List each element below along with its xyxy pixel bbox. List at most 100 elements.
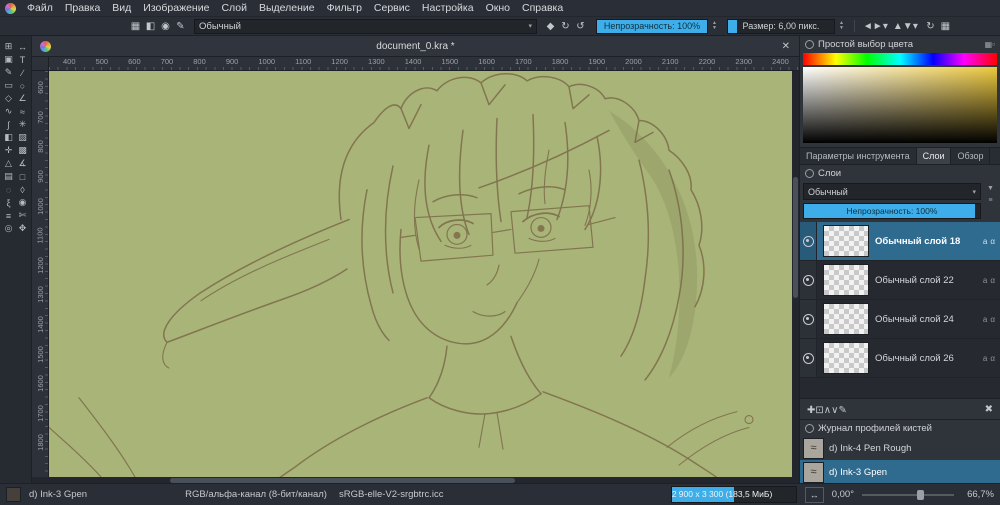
multibrush-tool[interactable]: ✳ bbox=[16, 118, 30, 131]
delete-layer-button[interactable]: ✖ bbox=[985, 404, 993, 415]
layer-row[interactable]: Обычный слой 26 а α bbox=[800, 339, 1000, 378]
polygonal-selection-tool[interactable]: ◊ bbox=[16, 183, 30, 196]
freehand-selection-tool[interactable]: ξ bbox=[2, 196, 16, 209]
dynamic-brush-tool[interactable]: ∫ bbox=[2, 118, 16, 131]
canvas[interactable] bbox=[49, 71, 792, 477]
color-sampler-tool[interactable]: ✛ bbox=[2, 144, 16, 157]
pan-mode-icon[interactable]: ↔ bbox=[804, 486, 824, 503]
pan-tool[interactable]: ✥ bbox=[16, 222, 30, 235]
inherit-alpha-icon[interactable]: α bbox=[990, 237, 995, 246]
bezier-selection-tool[interactable]: ✄ bbox=[16, 209, 30, 222]
smart-patch-tool[interactable]: ▩ bbox=[16, 144, 30, 157]
reset-values-icon[interactable]: ↺ bbox=[573, 21, 588, 32]
float-docker-icon[interactable]: ▫ bbox=[992, 40, 995, 49]
hue-bar[interactable] bbox=[803, 53, 997, 65]
size-spin-buttons[interactable]: ▲ ▼ bbox=[839, 21, 844, 31]
docker-tab[interactable]: Параметры инструмента bbox=[800, 148, 917, 164]
opacity-spin-buttons[interactable]: ▲ ▼ bbox=[712, 21, 717, 31]
zoom-slider[interactable] bbox=[862, 488, 954, 502]
menu-item[interactable]: Справка bbox=[516, 1, 569, 15]
mirror-horizontal-icon[interactable]: ◄► bbox=[863, 21, 883, 32]
assistants-tool[interactable]: △ bbox=[2, 157, 16, 170]
menu-item[interactable]: Изображение bbox=[137, 1, 215, 15]
layer-thumbnail[interactable] bbox=[823, 303, 869, 335]
snap-icon[interactable]: ▦ bbox=[938, 21, 953, 32]
alpha-lock-icon[interactable]: а bbox=[983, 315, 987, 324]
brush-preset-row[interactable]: ≈ d) Ink-4 Pen Rough bbox=[800, 436, 1000, 460]
visibility-cell[interactable] bbox=[800, 339, 817, 377]
zoom-level[interactable]: 66,7% bbox=[962, 489, 994, 500]
move-layer-up-button[interactable]: ∧ bbox=[824, 405, 831, 416]
menu-item[interactable]: Выделение bbox=[253, 1, 321, 15]
layer-thumbnail[interactable] bbox=[823, 225, 869, 257]
saturation-value-box[interactable] bbox=[803, 67, 997, 143]
view-mode-icon[interactable]: ≡ bbox=[988, 197, 992, 204]
caret-icon[interactable]: ▾ bbox=[908, 21, 923, 32]
alpha-lock-icon[interactable]: а bbox=[983, 354, 987, 363]
menu-item[interactable]: Настройка bbox=[416, 1, 480, 15]
move-tool[interactable]: ↔ bbox=[16, 40, 30, 53]
vertical-scrollbar-handle[interactable] bbox=[793, 176, 798, 299]
freehand-path-tool[interactable]: ≈ bbox=[16, 105, 30, 118]
menu-item[interactable]: Фильтр bbox=[321, 1, 368, 15]
similar-selection-tool[interactable]: ≡ bbox=[2, 209, 16, 222]
caret-icon[interactable]: ▾ bbox=[878, 21, 893, 32]
visibility-cell[interactable] bbox=[800, 261, 817, 299]
zoom-slider-handle[interactable] bbox=[917, 489, 925, 500]
gradient-icon[interactable]: ◧ bbox=[143, 21, 158, 32]
brush-preset-row[interactable]: ≈ d) Ink-3 Gpen bbox=[800, 460, 1000, 484]
reference-images-tool[interactable]: ▤ bbox=[2, 170, 16, 183]
layer-row[interactable]: Обычный слой 24 а α bbox=[800, 300, 1000, 339]
close-document-icon[interactable]: ✕ bbox=[782, 41, 790, 52]
menu-item[interactable]: Сервис bbox=[368, 1, 416, 15]
crop-tool[interactable]: ▣ bbox=[2, 53, 16, 66]
wrap-around-icon[interactable]: ↻ bbox=[923, 21, 938, 32]
vertical-scrollbar[interactable] bbox=[792, 71, 799, 477]
layer-thumbnail[interactable] bbox=[823, 264, 869, 296]
menu-item[interactable]: Окно bbox=[480, 1, 516, 15]
gradient-tool[interactable]: ▨ bbox=[16, 131, 30, 144]
ellipse-tool[interactable]: ○ bbox=[16, 79, 30, 92]
text-tool[interactable]: T bbox=[16, 53, 30, 66]
line-tool[interactable]: ∕ bbox=[16, 66, 30, 79]
filter-icon[interactable]: ▼ bbox=[987, 185, 994, 192]
canvas-artwork[interactable] bbox=[49, 71, 792, 477]
docker-tab[interactable]: Обзор bbox=[951, 148, 991, 164]
zoom-tool[interactable]: ◎ bbox=[2, 222, 16, 235]
elliptical-selection-tool[interactable]: ◌ bbox=[2, 183, 16, 196]
duplicate-layer-button[interactable]: ⊡ bbox=[815, 405, 823, 416]
polyline-tool[interactable]: ∠ bbox=[16, 92, 30, 105]
rectangular-selection-tool[interactable]: □ bbox=[16, 170, 30, 183]
contiguous-selection-tool[interactable]: ◉ bbox=[16, 196, 30, 209]
measure-tool[interactable]: ∡ bbox=[16, 157, 30, 170]
layer-row[interactable]: Обычный слой 18 а α bbox=[800, 222, 1000, 261]
layer-blend-mode-dropdown[interactable]: Обычный ▾ bbox=[803, 183, 981, 200]
docker-tab[interactable]: Слои bbox=[916, 148, 952, 164]
visibility-cell[interactable] bbox=[800, 222, 817, 260]
fill-tool[interactable]: ◧ bbox=[2, 131, 16, 144]
visibility-cell[interactable] bbox=[800, 300, 817, 338]
opacity-slider[interactable]: Непрозрачность: 100% bbox=[596, 18, 708, 34]
inherit-alpha-icon[interactable]: α bbox=[990, 315, 995, 324]
layer-row[interactable]: Обычный слой 22 а α bbox=[800, 261, 1000, 300]
document-title[interactable]: document_0.kra * bbox=[32, 41, 799, 52]
polygon-tool[interactable]: ◇ bbox=[2, 92, 16, 105]
layer-properties-button[interactable]: ✎ bbox=[838, 405, 846, 416]
freehand-brush-tool[interactable]: ✎ bbox=[2, 66, 16, 79]
inherit-alpha-icon[interactable]: α bbox=[990, 276, 995, 285]
alpha-lock-icon[interactable]: а bbox=[983, 237, 987, 246]
eraser-icon[interactable]: ◆ bbox=[543, 21, 558, 32]
edit-brush-settings-icon[interactable]: ✎ bbox=[173, 21, 188, 32]
menu-item[interactable]: Файл bbox=[21, 1, 59, 15]
menu-item[interactable]: Правка bbox=[59, 1, 106, 15]
blend-mode-dropdown[interactable]: Обычный ▾ bbox=[194, 18, 537, 34]
alpha-lock-icon[interactable]: а bbox=[983, 276, 987, 285]
transform-tool[interactable]: ⊞ bbox=[2, 40, 16, 53]
bezier-curve-tool[interactable]: ∿ bbox=[2, 105, 16, 118]
rectangle-tool[interactable]: ▭ bbox=[2, 79, 16, 92]
brush-size-slider[interactable]: Размер: 6,00 пикс. bbox=[726, 18, 835, 34]
pattern-icon[interactable]: ▦ bbox=[128, 21, 143, 32]
menu-item[interactable]: Слой bbox=[215, 1, 253, 15]
inherit-alpha-icon[interactable]: α bbox=[990, 354, 995, 363]
layer-opacity-slider[interactable]: Непрозрачность: 100% bbox=[803, 203, 981, 219]
